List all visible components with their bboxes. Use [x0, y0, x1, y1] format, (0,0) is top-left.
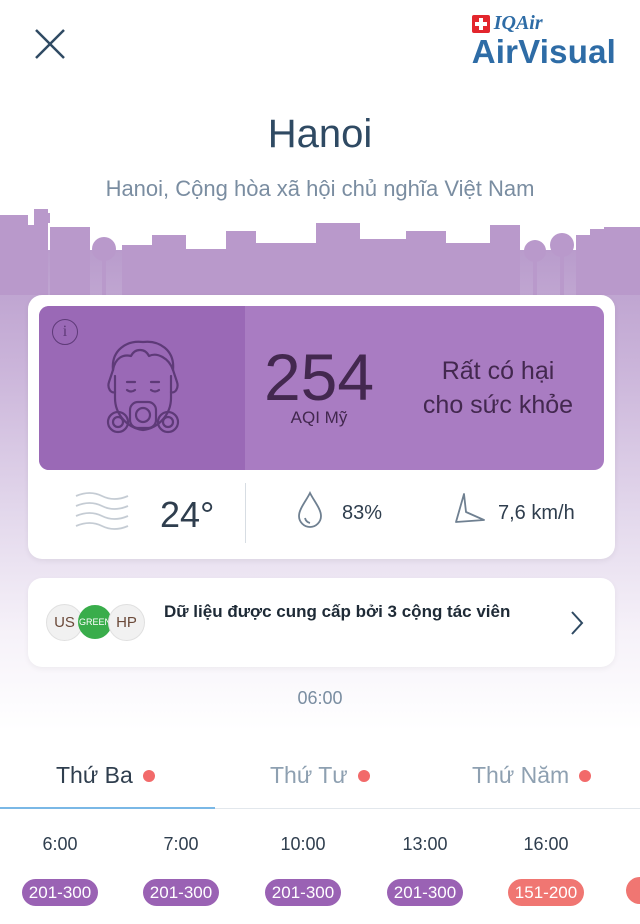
logo-brand-main: AirVisual — [471, 33, 616, 70]
wind-flag-icon — [455, 493, 485, 523]
weather-row: 24° 83% 7,6 km/h — [28, 480, 615, 550]
hour-item[interactable]: 13:00 201-300 — [375, 830, 475, 906]
aqi-status-line2: cho sức khỏe — [422, 391, 574, 419]
city-title: Hanoi — [267, 112, 373, 156]
wind-lines-icon — [75, 492, 129, 530]
status-dot — [142, 769, 155, 782]
tab-thu-nam[interactable]: Thứ Năm — [472, 762, 592, 789]
hour-time: 13:00 — [402, 834, 448, 854]
hour-time: 7:00 — [163, 834, 199, 854]
contributor-badge-green: GREEN — [78, 605, 112, 639]
active-tab-indicator — [0, 807, 215, 809]
humidity-drop-icon — [298, 491, 322, 528]
aqi-range-badge: 151-200 — [507, 879, 585, 906]
aqi-face-section: i — [39, 306, 245, 470]
forecast-day-tabs: Thứ Ba Thứ Tư Thứ Năm — [0, 748, 640, 810]
status-dot — [579, 769, 592, 782]
gas-mask-face-icon — [106, 340, 180, 434]
hour-time: 6:00 — [42, 834, 78, 854]
aqi-value: 254 — [263, 340, 375, 414]
aqi-range-badge: 201-300 — [386, 879, 464, 906]
weather-divider — [245, 483, 246, 543]
aqi-panel: i 254 AQI Mỹ Rất có hại cho sức khỏe — [39, 306, 604, 470]
contributor-badge-hp: HP — [108, 604, 145, 641]
iqair-airvisual-logo: IQAir AirVisual — [471, 12, 616, 70]
tab-label: Thứ Tư — [270, 762, 348, 788]
contributors-text: Dữ liệu được cung cấp bởi 3 cộng tác viê… — [164, 600, 524, 623]
temperature-value: 24° — [160, 494, 215, 535]
hour-item[interactable]: 6:00 201-300 — [10, 830, 110, 906]
forecast-time: 06:00 — [297, 688, 343, 708]
swiss-flag-icon — [471, 14, 490, 33]
tab-label: Thứ Năm — [472, 762, 570, 788]
contributors-text-prefix: Dữ liệu được cung cấp bởi — [164, 602, 388, 621]
aqi-range-badge: 201-300 — [142, 879, 220, 906]
city-skyline-illustration — [0, 209, 640, 295]
tab-thu-tu[interactable]: Thứ Tư — [270, 762, 370, 789]
hour-item[interactable]: 7:00 201-300 — [131, 830, 231, 906]
info-icon[interactable]: i — [52, 319, 78, 345]
humidity-value: 83% — [342, 502, 383, 524]
aqi-status: Rất có hại cho sức khỏe — [409, 354, 587, 422]
tab-label: Thứ Ba — [56, 762, 133, 788]
wind-speed-value: 7,6 km/h — [498, 502, 575, 524]
status-dot — [357, 769, 370, 782]
contributors-card[interactable]: US GREEN HP Dữ liệu được cung cấp bởi 3 … — [28, 578, 615, 667]
aqi-range-badge: 201-300 — [264, 879, 342, 906]
contributors-text-bold: 3 cộng tác viên — [387, 602, 511, 621]
aqi-card: i 254 AQI Mỹ Rất có hại cho sức khỏe 24°… — [28, 295, 615, 559]
hour-time: 16:00 — [523, 834, 569, 854]
aqi-range-badge: 201-300 — [21, 879, 99, 906]
close-icon[interactable] — [28, 22, 72, 66]
logo-brand-small: IQAir — [493, 12, 543, 34]
tab-thu-ba[interactable]: Thứ Ba — [56, 762, 155, 789]
hour-time: 10:00 — [280, 834, 326, 854]
city-subtitle: Hanoi, Cộng hòa xã hội chủ nghĩa Việt Na… — [105, 176, 535, 201]
hour-item[interactable]: 10:00 201-300 — [253, 830, 353, 906]
hour-item[interactable]: 16:00 151-200 — [496, 830, 596, 906]
hourly-forecast: 6:00 201-300 7:00 201-300 10:00 201-300 … — [0, 830, 640, 924]
chevron-right-icon[interactable] — [569, 610, 585, 636]
aqi-value-block: 254 AQI Mỹ — [259, 344, 379, 428]
aqi-status-line1: Rất có hại — [441, 357, 555, 385]
